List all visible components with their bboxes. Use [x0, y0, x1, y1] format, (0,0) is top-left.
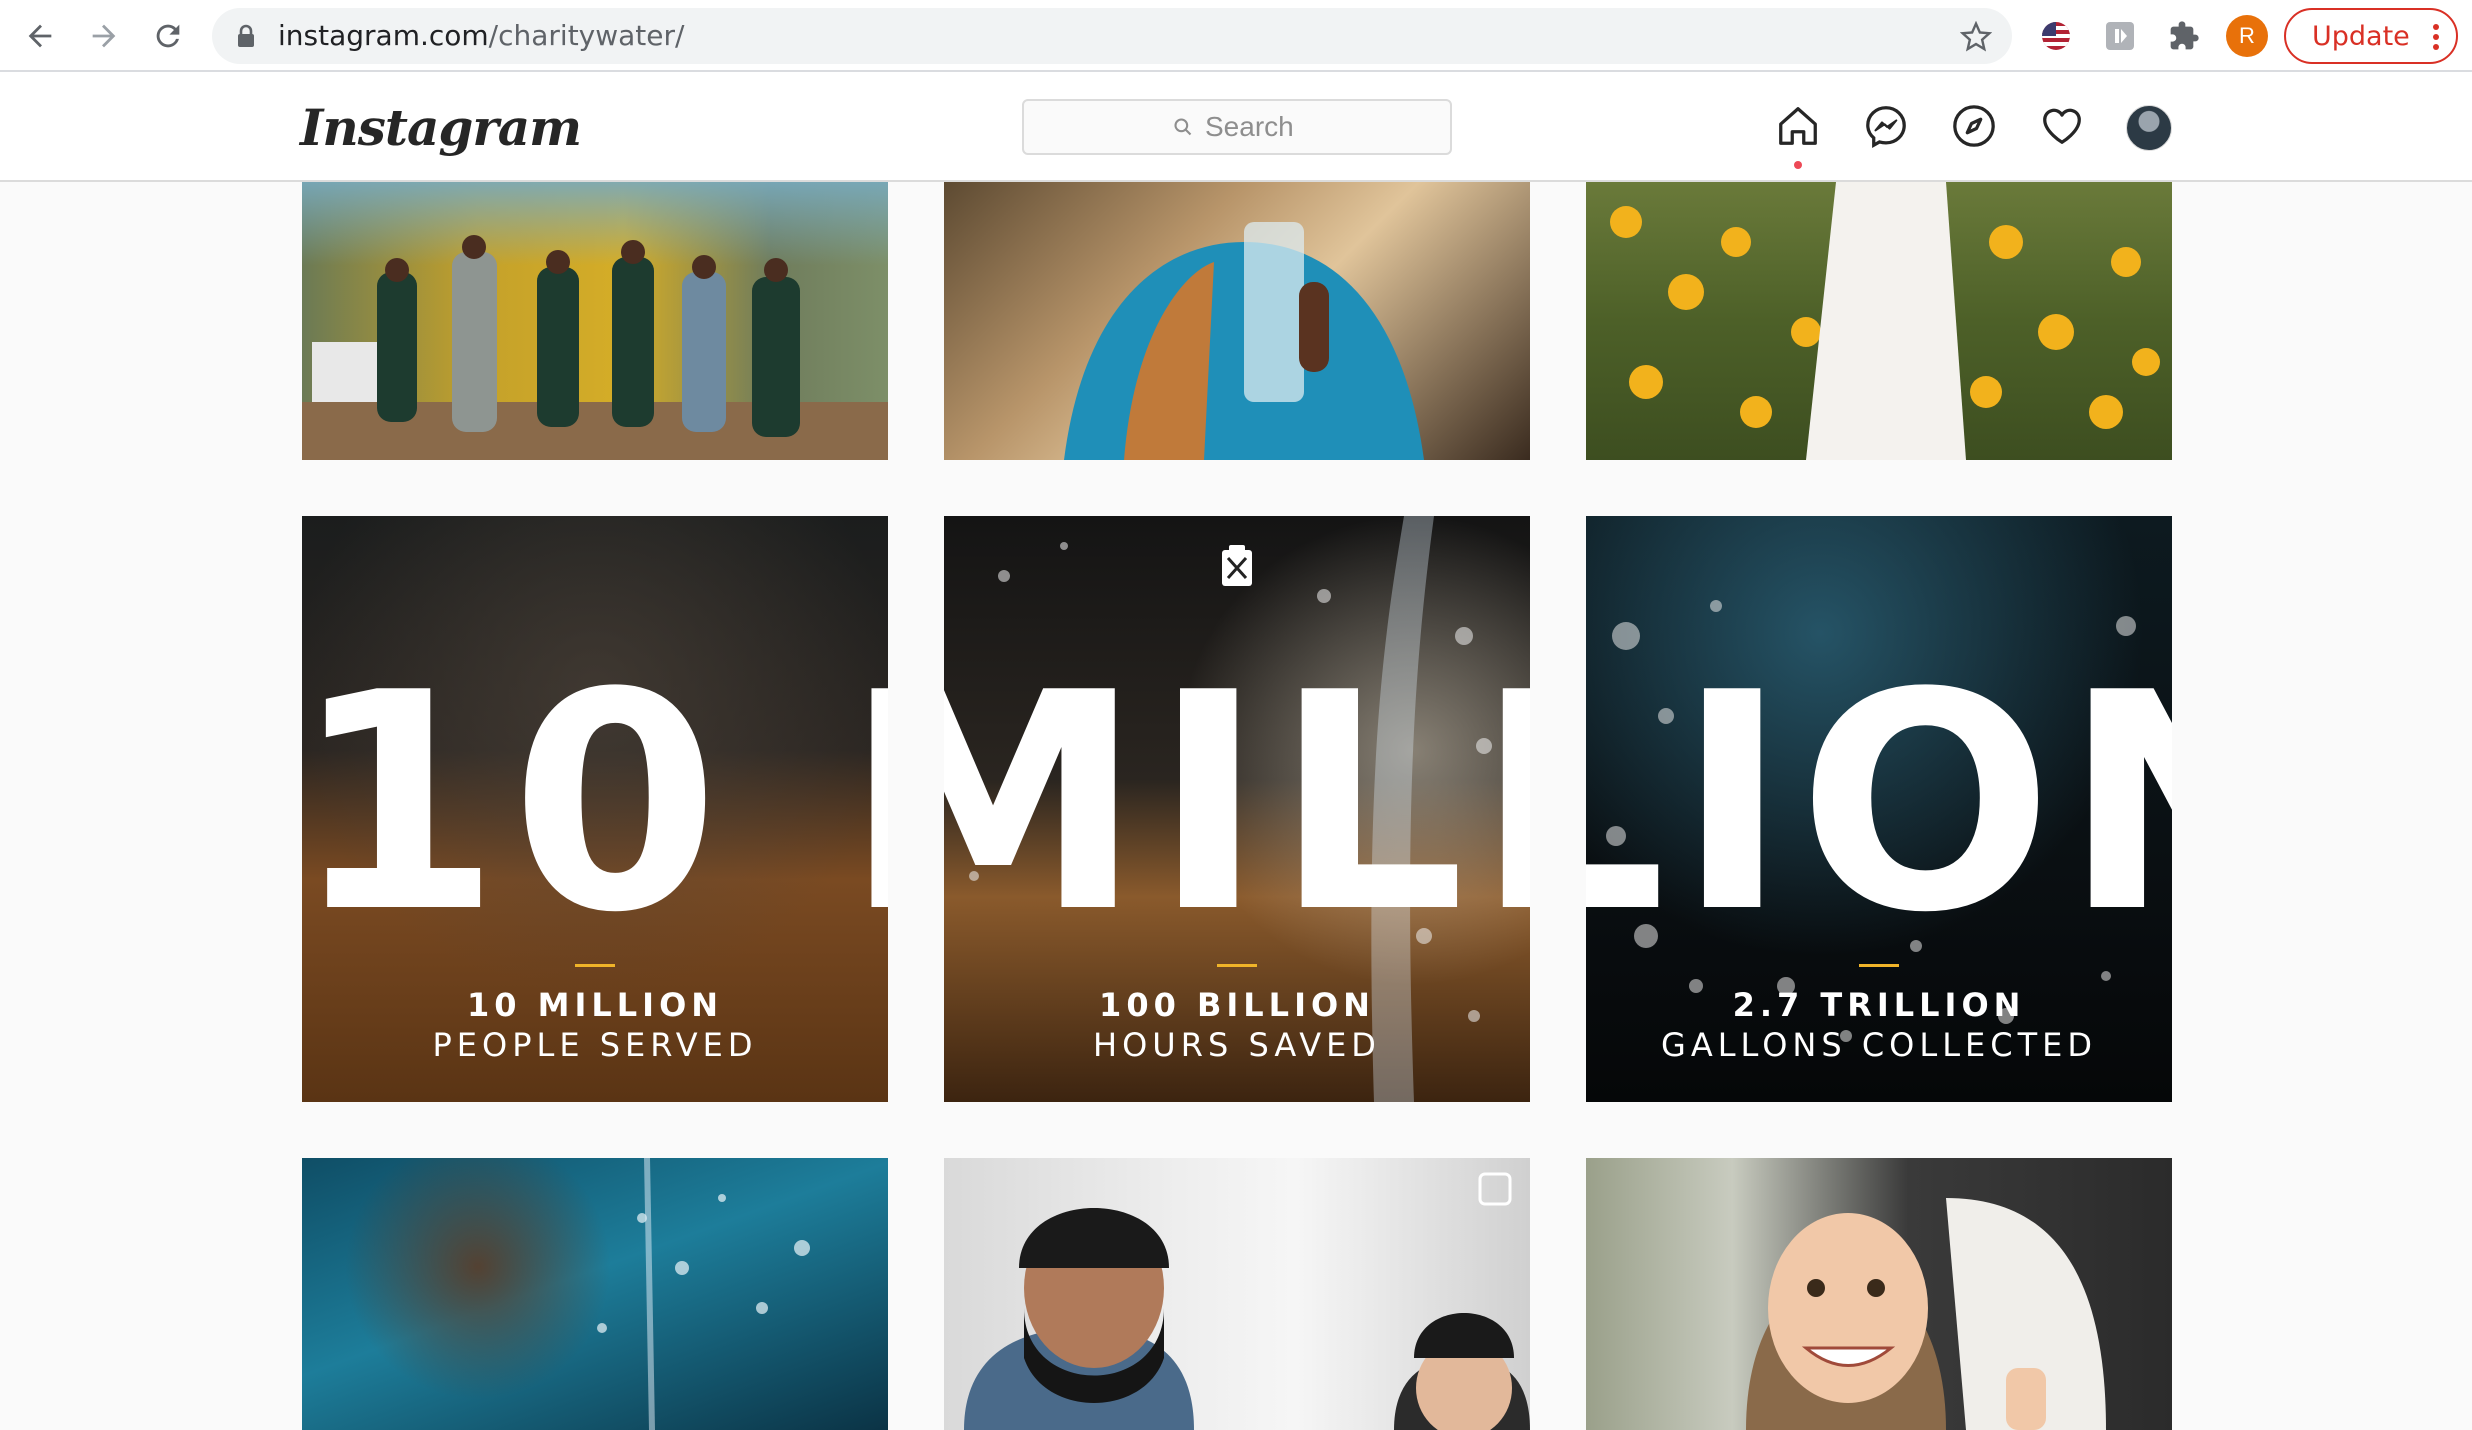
bookmark-star-icon[interactable]	[1959, 20, 1993, 58]
update-label: Update	[2312, 20, 2410, 52]
instagram-logo[interactable]: Instagram	[300, 98, 582, 157]
post-woman-glass-art	[1064, 222, 1424, 460]
browser-toolbar: instagram.com/charitywater/ R Update	[0, 0, 2472, 72]
arrow-left-icon	[28, 24, 52, 48]
extension-flag-icon[interactable]	[2036, 16, 2076, 56]
extension-tile-icon[interactable]	[2100, 16, 2140, 56]
arrow-right-icon	[92, 24, 116, 48]
home-icon[interactable]	[1774, 102, 1822, 150]
forward-button[interactable]	[84, 16, 124, 56]
post-beanies-art	[964, 1172, 1530, 1430]
url-text: instagram.com/charitywater/	[278, 19, 685, 52]
notification-dot	[1794, 161, 1802, 169]
post-girl-thumbsup[interactable]	[1586, 1158, 2172, 1430]
search-input[interactable]	[1205, 111, 1301, 143]
post-sunflowers-art	[1610, 182, 2160, 460]
mega-headline: 10 MILLION	[1586, 629, 2172, 978]
more-vert-icon	[2432, 22, 2440, 59]
post-child-splash[interactable]	[302, 1158, 888, 1430]
heart-icon[interactable]	[2038, 102, 2086, 150]
post-girl-thumbsup-art	[1746, 1198, 2106, 1430]
post-drillers[interactable]	[302, 182, 888, 460]
mega-headline: 10 MILLION	[302, 629, 888, 978]
user-avatar[interactable]	[2126, 105, 2172, 151]
post-woman-glass[interactable]	[944, 182, 1530, 460]
lock-icon	[236, 24, 256, 53]
headline-part-1: 10 MILLION	[302, 516, 888, 1102]
search-box[interactable]	[1022, 99, 1452, 155]
post-beanies[interactable]	[944, 1158, 1530, 1430]
post-sunflowers[interactable]	[1586, 182, 2172, 460]
messenger-icon[interactable]	[1862, 102, 1910, 150]
explore-compass-icon[interactable]	[1950, 102, 1998, 150]
address-bar[interactable]: instagram.com/charitywater/	[212, 8, 2012, 64]
reload-icon	[156, 24, 180, 48]
update-button[interactable]: Update	[2284, 8, 2458, 64]
profile-avatar[interactable]: R	[2226, 15, 2268, 57]
post-drillers-art	[302, 235, 888, 460]
back-button[interactable]	[20, 16, 60, 56]
headline-part-3: 10 MILLION	[1586, 516, 2172, 1102]
post-child-splash-art	[597, 1158, 810, 1430]
mega-headline: 10 MILLION	[944, 629, 1530, 978]
search-icon	[1174, 118, 1192, 136]
instagram-header: Instagram	[0, 72, 2472, 182]
reload-button[interactable]	[148, 16, 188, 56]
headline-part-2: 10 MILLION	[944, 516, 1530, 1102]
extensions-puzzle-icon[interactable]	[2164, 16, 2204, 56]
